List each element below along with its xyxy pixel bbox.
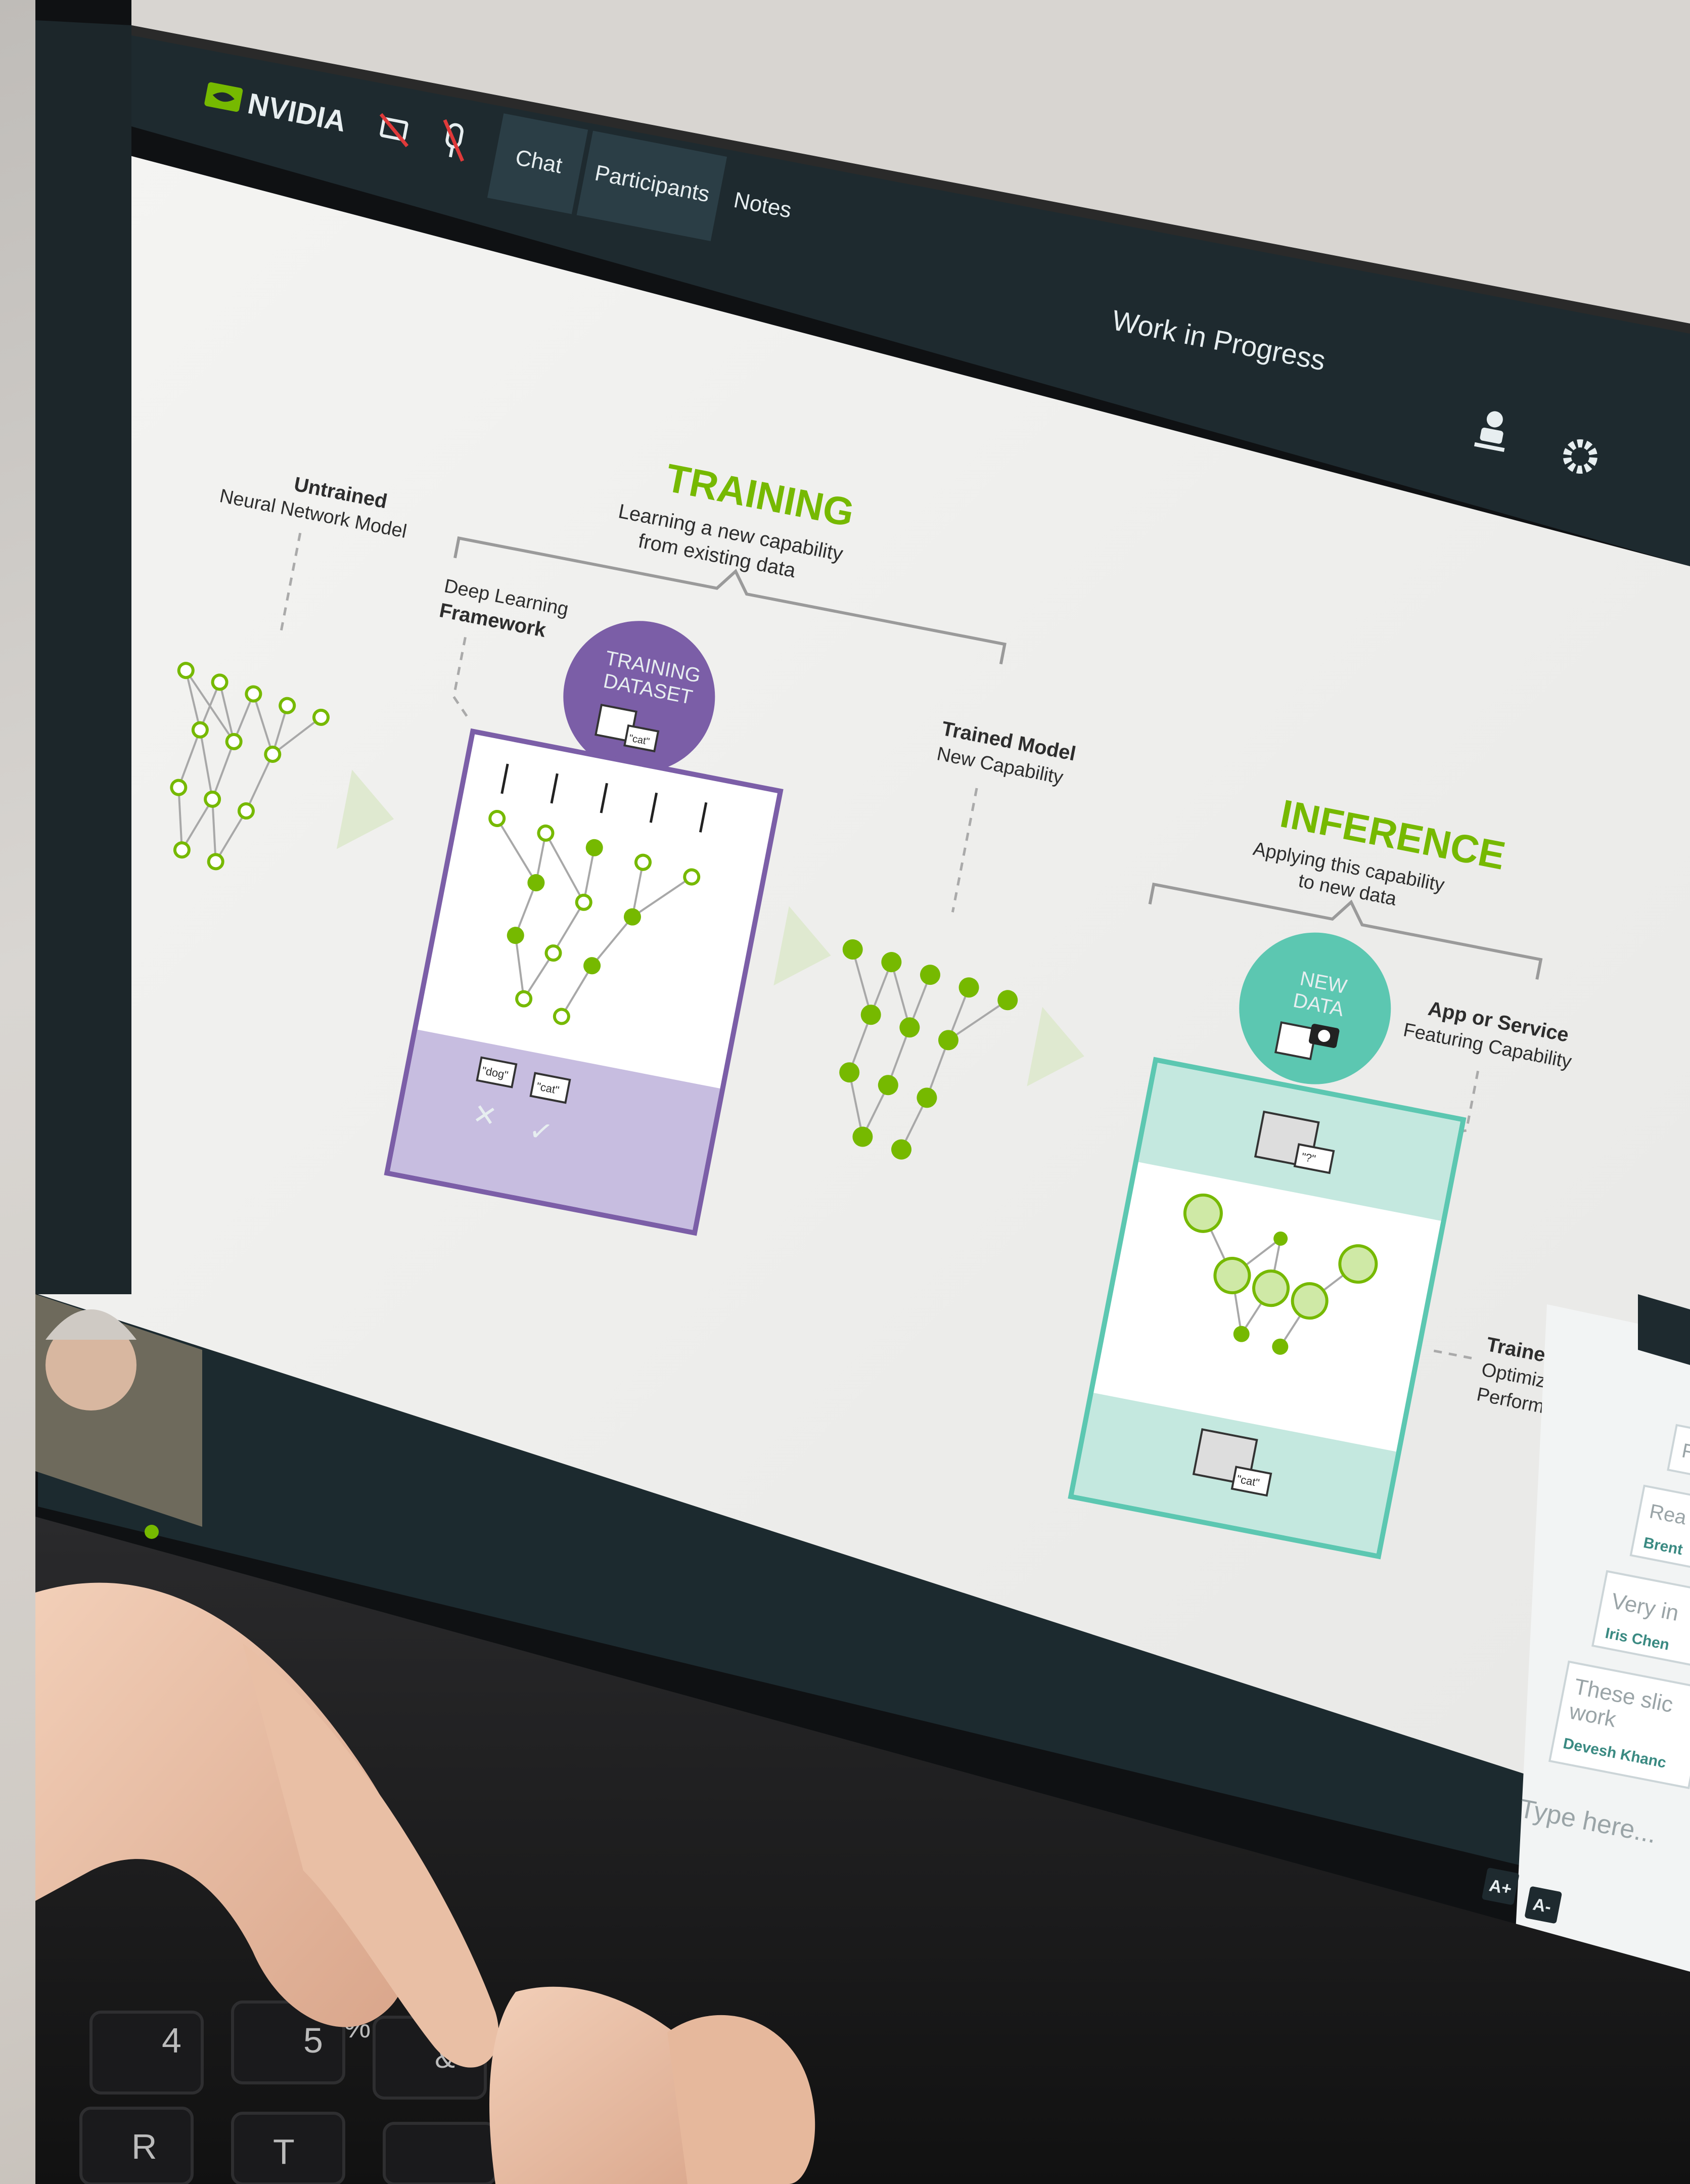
key-r[interactable]: R xyxy=(131,2127,157,2166)
key-4[interactable]: 4 xyxy=(162,2021,181,2060)
inference-tag-q: "?" xyxy=(1301,1150,1317,1165)
font-decrease-label: A- xyxy=(1531,1895,1552,1917)
key-5[interactable]: 5 xyxy=(303,2021,323,2060)
laptop-screen: NVIDIA Chat Participants Notes Work in P… xyxy=(35,0,1690,2184)
key-t[interactable]: T xyxy=(273,2132,295,2171)
